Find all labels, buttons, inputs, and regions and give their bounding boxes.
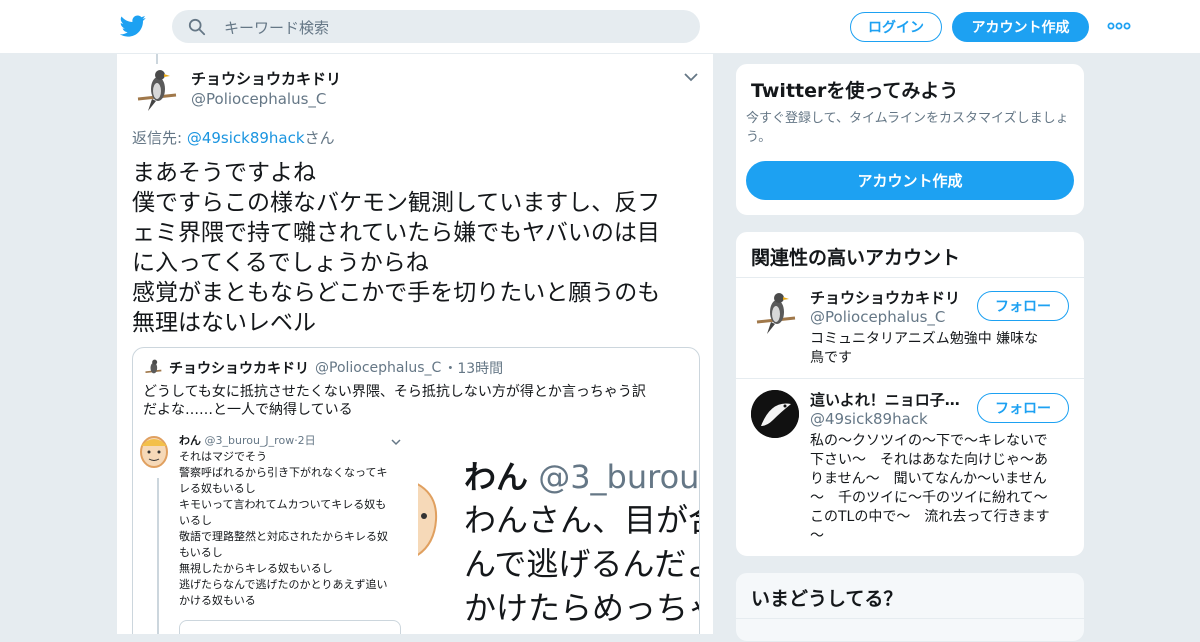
tweet-text-line: 感覚がまともならどこかで手を切りたいと願うのも <box>132 280 661 306</box>
try-twitter-title: Twitterを使ってみよう <box>751 80 959 102</box>
media-left-line: かける奴もいる <box>179 594 256 607</box>
media-left-line: それはマジでそう <box>179 450 267 463</box>
tweet-author-block[interactable]: チョウショウカキドリ @Poliocephalus_C <box>191 68 341 108</box>
quoted-media[interactable]: わん @3_burou_J_row·2日 それはマジでそう 警察呼ばれるから引き… <box>133 430 700 634</box>
reply-suffix: さん <box>304 129 335 147</box>
more-options-icon[interactable] <box>1107 18 1131 34</box>
follow-button[interactable]: フォロー <box>977 393 1069 423</box>
quoted-tweet[interactable]: チョウショウカキドリ @Poliocephalus_C ・ 13時間 どうしても… <box>132 347 700 634</box>
related-account-info[interactable]: チョウショウカキドリ @Poliocephalus_C <box>810 287 960 326</box>
related-account-avatar[interactable] <box>751 288 799 336</box>
quoted-tweet-header: チョウショウカキドリ @Poliocephalus_C ・ 13時間 <box>143 358 503 378</box>
follow-button[interactable]: フォロー <box>977 291 1069 321</box>
search-icon <box>188 18 206 36</box>
related-account-handle[interactable]: @Poliocephalus_C <box>810 308 960 326</box>
tweet-text-line: ェミ界隈で持て囃されていたら嫌でもヤバいのは目 <box>132 220 660 246</box>
author-handle[interactable]: @Poliocephalus_C <box>191 90 341 108</box>
related-account-info[interactable]: 這いよれ！ニョロ子… @49sick89hack <box>810 389 960 428</box>
media-left-line: いるし <box>179 514 212 527</box>
quoted-author-name: チョウショウカキドリ <box>169 361 309 377</box>
tweet-text-line: 僕ですらこの様なバケモン観測していますし、反フ <box>132 190 661 216</box>
bio-line: りません～ 聞いてなんか～いません <box>810 471 1047 487</box>
tweet-text-line: に入ってくるでしょうからね <box>132 250 429 276</box>
quoted-author-avatar-icon <box>143 358 163 378</box>
bio-line: ～ 千のツイに～千のツイに紛れて～ <box>810 490 1048 506</box>
bird-avatar-icon <box>132 65 180 113</box>
related-account-handle[interactable]: @49sick89hack <box>810 410 960 428</box>
media-right-line: んで逃げるんだよ <box>464 545 700 583</box>
media-left-line: もいるし <box>179 546 223 559</box>
try-twitter-description: 今すぐ登録して、タイムラインをカスタマイズしましょ う。 <box>746 109 1069 147</box>
nested-quote-card <box>179 620 401 634</box>
quoted-author-handle: @Poliocephalus_C <box>315 360 442 376</box>
media-left-time: ·2日 <box>294 434 316 447</box>
try-twitter-desc-line: う。 <box>746 130 772 145</box>
search-input-placeholder[interactable]: キーワード検索 <box>224 17 329 38</box>
media-right-handle: @3_burou_ <box>538 458 700 496</box>
reply-prefix: 返信先: <box>132 129 187 147</box>
related-accounts-title: 関連性の高いアカウント <box>751 247 961 269</box>
related-account-bio: 私の～クソツイの～下で～キレないで 下さい～ それはあなた向けじゃ～あ りません… <box>810 432 1050 546</box>
tweet-text-line: まあそうですよね <box>132 160 316 186</box>
cartoon-avatar-icon <box>140 436 168 468</box>
media-left-name: わん <box>179 434 201 447</box>
media-screenshot-left: わん @3_burou_J_row·2日 それはマジでそう 警察呼ばれるから引き… <box>133 430 418 634</box>
thread-connector-line <box>157 478 159 634</box>
chevron-down-icon[interactable] <box>683 70 699 84</box>
twitter-bird-icon[interactable] <box>120 13 146 39</box>
related-account-name[interactable]: 這いよれ！ニョロ子… <box>810 389 960 410</box>
related-account-bio: コミュニタリアニズム勉強中 嫌味な 鳥です <box>810 330 1038 368</box>
divider <box>736 378 1084 379</box>
media-left-line: キモいって言われてムカついてキレる奴も <box>179 498 387 511</box>
related-accounts-module: 関連性の高いアカウント チョウショウカキドリ @Poliocephalus_C … <box>735 231 1085 557</box>
login-button[interactable]: ログイン <box>850 12 942 42</box>
media-left-handle: @3_burou_J_row <box>204 434 295 447</box>
media-right-name: わん <box>464 458 529 496</box>
thread-connector-line <box>156 54 158 64</box>
bird-avatar-icon <box>751 288 799 336</box>
tweet-text: まあそうですよね 僕ですらこの様なバケモン観測していますし、反フ ェミ界隈で持て… <box>132 158 692 338</box>
top-navigation-bar: キーワード検索 ログイン アカウント作成 <box>0 0 1200 54</box>
tweet-text-line: 無理はないレベル <box>132 310 316 336</box>
author-avatar[interactable] <box>132 65 180 113</box>
trends-title: いまどうしてる？ <box>751 588 903 610</box>
related-account-name[interactable]: チョウショウカキドリ <box>810 287 960 308</box>
related-account-avatar[interactable] <box>751 390 799 438</box>
create-account-button[interactable]: アカウント作成 <box>746 161 1074 200</box>
quoted-text-line: だよな……と一人で納得している <box>143 402 353 418</box>
bio-line: コミュニタリアニズム勉強中 嫌味な <box>810 331 1039 347</box>
trends-module: いまどうしてる？ <box>735 572 1085 642</box>
cartoon-avatar-icon <box>418 483 438 556</box>
bio-line: このTLの中で～ 流れ去って行きます <box>810 509 1050 525</box>
quoted-time: 13時間 <box>457 361 504 377</box>
media-right-line: わんさん、目が合 <box>464 501 700 539</box>
bio-line: 鳥です <box>810 350 852 366</box>
media-left-line: 敬語で理路整然と対応されたからキレる奴 <box>179 530 388 543</box>
quoted-separator: ・ <box>443 361 458 377</box>
divider <box>736 277 1084 278</box>
snake-avatar-icon <box>751 390 799 438</box>
media-screenshot-right: わん @3_burou_ わんさん、目が合 んで逃げるんだよ かけたらめっちゃ <box>418 430 700 634</box>
chevron-down-icon <box>391 439 401 446</box>
bio-line: 下さい～ それはあなた向けじゃ～あ <box>810 452 1048 468</box>
bio-line: ～ <box>810 528 824 544</box>
quoted-tweet-text: どうしても女に抵抗させたくない界隈、そら抵抗しない方が得とか言っちゃう訳 だよな… <box>143 383 691 419</box>
try-twitter-module: Twitterを使ってみよう 今すぐ登録して、タイムラインをカスタマイズしましょ… <box>735 63 1085 216</box>
media-right-line: かけたらめっちゃ <box>464 589 700 627</box>
media-left-line: レる奴もいるし <box>179 482 256 495</box>
media-left-line: 逃げたらなんで逃げたのかとりあえず追い <box>179 578 388 591</box>
divider <box>736 618 1084 619</box>
media-left-line: 警察呼ばれるから引き下がれなくなってキ <box>179 466 388 479</box>
quoted-text-line: どうしても女に抵抗させたくない界隈、そら抵抗しない方が得とか言っちゃう訳 <box>143 384 646 400</box>
reply-to-line: 返信先: @49sick89hackさん <box>132 127 335 148</box>
tweet-card: チョウショウカキドリ @Poliocephalus_C 返信先: @49sick… <box>116 54 714 634</box>
signup-button[interactable]: アカウント作成 <box>952 12 1089 42</box>
media-left-line: 無視したからキレる奴もいるし <box>179 562 333 575</box>
author-name[interactable]: チョウショウカキドリ <box>191 68 341 89</box>
try-twitter-desc-line: 今すぐ登録して、タイムラインをカスタマイズしましょ <box>746 111 1069 126</box>
search-box[interactable]: キーワード検索 <box>172 10 700 43</box>
bio-line: 私の～クソツイの～下で～キレないで <box>810 433 1048 449</box>
reply-to-link[interactable]: @49sick89hack <box>187 129 305 147</box>
